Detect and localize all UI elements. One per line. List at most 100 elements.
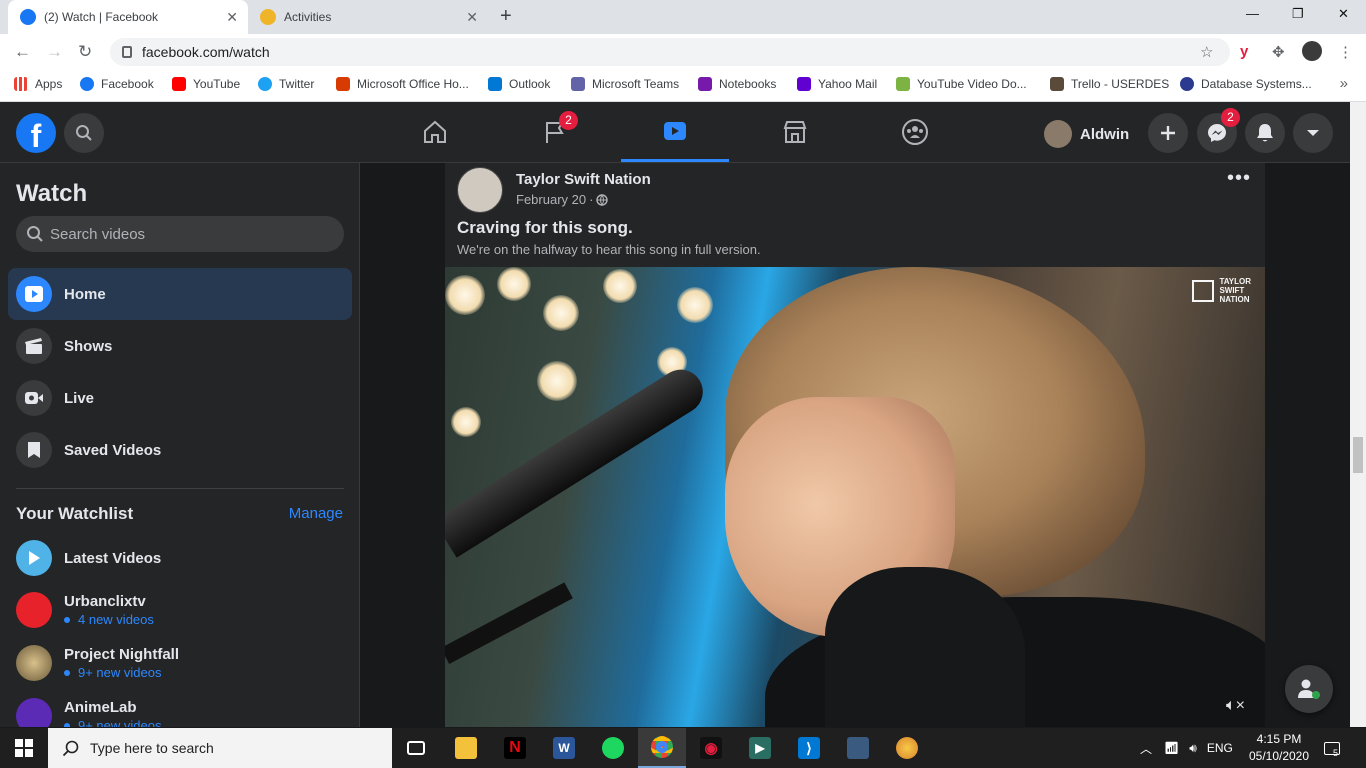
bookmark-trello[interactable]: Trello - USERDES: [1050, 77, 1169, 91]
post-title: Craving for this song.: [457, 218, 633, 237]
watchlist-item-latest-videos[interactable]: Latest Videos: [16, 540, 346, 576]
nav-tab-home[interactable]: [381, 102, 489, 162]
facebook-logo-icon[interactable]: f: [16, 113, 56, 153]
wifi-icon[interactable]: 📶︎: [1164, 741, 1179, 755]
bookmark-youtube-video-downloader[interactable]: YouTube Video Do...: [896, 77, 1027, 91]
bookmark-microsoft-office[interactable]: Microsoft Office Ho...: [336, 77, 469, 91]
bookmark-facebook[interactable]: Facebook: [80, 77, 154, 91]
twitter-icon: [258, 77, 272, 91]
netflix-button[interactable]: N: [491, 728, 539, 768]
bookmark-database-systems[interactable]: Database Systems...: [1180, 77, 1312, 91]
browser-tab-strip: (2) Watch | Facebook ✕ Activities ✕ + — …: [0, 0, 1366, 34]
bookmark-yahoo-mail[interactable]: Yahoo Mail: [797, 77, 877, 91]
browser-menu-icon[interactable]: ⋮: [1338, 43, 1353, 61]
word-button[interactable]: W: [540, 728, 588, 768]
scrollbar-thumb[interactable]: [1353, 437, 1363, 473]
watch-feed: Taylor Swift Nation February 20 · ••• Cr…: [361, 163, 1350, 727]
nav-tab-pages[interactable]: 2: [501, 102, 609, 162]
plus-icon: [1161, 126, 1175, 140]
language-indicator[interactable]: ENG: [1207, 741, 1233, 755]
spotify-button[interactable]: [589, 728, 637, 768]
close-window-button[interactable]: ✕: [1338, 6, 1349, 22]
sidebar-item-shows[interactable]: Shows: [8, 320, 352, 372]
bookmark-apps[interactable]: Apps: [14, 77, 62, 91]
mysql-workbench-button[interactable]: [834, 728, 882, 768]
post-author[interactable]: Taylor Swift Nation: [516, 171, 651, 188]
profile-shortcut[interactable]: Aldwin: [1044, 118, 1129, 150]
maximize-button[interactable]: ❐: [1292, 6, 1304, 22]
notifications-button[interactable]: [1245, 113, 1285, 153]
vscode-button[interactable]: ⟩: [785, 728, 833, 768]
show-hidden-icons-chevron-icon[interactable]: ︿: [1140, 740, 1152, 757]
close-tab-icon[interactable]: ✕: [466, 9, 478, 26]
back-arrow-icon[interactable]: ←: [14, 42, 31, 62]
manage-watchlist-link[interactable]: Manage: [289, 505, 343, 522]
url-text: facebook.com/watch: [142, 44, 270, 60]
file-explorer-button[interactable]: [442, 728, 490, 768]
tab-facebook-watch[interactable]: (2) Watch | Facebook ✕: [8, 0, 248, 34]
bookmark-notebooks[interactable]: Notebooks: [698, 77, 776, 91]
task-view-button[interactable]: [392, 728, 440, 768]
page-scrollbar[interactable]: [1350, 102, 1366, 727]
vscode-icon: ⟩: [798, 737, 820, 759]
volume-icon[interactable]: 🔊︎: [1189, 741, 1197, 756]
facebook-top-nav: f 2 Aldwin 2: [0, 102, 1366, 163]
reload-icon[interactable]: ↻: [78, 42, 92, 62]
post-options-ellipsis-icon[interactable]: •••: [1227, 167, 1251, 190]
sidebar-item-live[interactable]: Live: [8, 372, 352, 424]
create-button[interactable]: [1148, 113, 1188, 153]
page-avatar[interactable]: [457, 167, 503, 213]
sidebar-item-saved-videos[interactable]: Saved Videos: [8, 424, 352, 476]
new-tab-button[interactable]: +: [500, 5, 512, 28]
paint-button[interactable]: [883, 728, 931, 768]
bookmark-twitter[interactable]: Twitter: [258, 77, 314, 91]
apps-grid-icon: [14, 77, 28, 91]
watchlist-item-animelab[interactable]: AnimeLab 9+ new videos: [16, 698, 346, 727]
minimize-button[interactable]: —: [1246, 6, 1259, 21]
garena-button[interactable]: ◉: [687, 728, 735, 768]
search-icon: [27, 226, 43, 242]
windows-search-input[interactable]: Type here to search: [48, 728, 392, 768]
nav-tab-groups[interactable]: [861, 102, 969, 162]
action-center-button[interactable]: 5: [1324, 728, 1340, 768]
taskbar-clock[interactable]: 4:15 PM 05/10/2020: [1244, 731, 1314, 765]
groups-icon: [902, 119, 928, 145]
watchlist-name: AnimeLab: [64, 699, 137, 716]
clock-time: 4:15 PM: [1256, 732, 1302, 746]
filmora-button[interactable]: ▶: [736, 728, 784, 768]
sidebar-divider: [16, 488, 344, 489]
bookmark-youtube[interactable]: YouTube: [172, 77, 240, 91]
sidebar-item-home[interactable]: Home: [8, 268, 352, 320]
watch-video-icon: [664, 121, 686, 140]
muted-speaker-icon[interactable]: 🔈︎×: [1226, 697, 1245, 715]
yahoo-icon: [797, 77, 811, 91]
start-button[interactable]: [0, 728, 48, 768]
search-videos-input[interactable]: Search videos: [16, 216, 344, 252]
post-date[interactable]: February 20: [516, 192, 586, 207]
yandex-extension-icon[interactable]: y: [1240, 43, 1248, 60]
tab-activities[interactable]: Activities ✕: [248, 0, 488, 34]
watchlist-item-urbanclixtv[interactable]: Urbanclixtv 4 new videos: [16, 592, 346, 628]
bookmarks-bar: Apps Facebook YouTube Twitter Microsoft …: [0, 70, 1366, 102]
marketplace-store-icon: [783, 121, 807, 143]
watchlist-item-project-nightfall[interactable]: Project Nightfall 9+ new videos: [16, 645, 346, 681]
profile-avatar-icon[interactable]: [1302, 41, 1322, 61]
chrome-button[interactable]: [638, 728, 686, 768]
nav-tab-marketplace[interactable]: [741, 102, 849, 162]
nav-tab-watch[interactable]: [621, 102, 729, 162]
new-room-button[interactable]: [1285, 665, 1333, 713]
forward-arrow-icon[interactable]: →: [46, 42, 63, 62]
facebook-search-button[interactable]: [64, 113, 104, 153]
extensions-puzzle-icon[interactable]: ✥: [1272, 43, 1285, 61]
video-player[interactable]: TAYLOR SWIFT NATION 🔈︎×: [445, 267, 1265, 727]
more-bookmarks-chevron-icon[interactable]: »: [1340, 75, 1348, 92]
bookmark-outlook[interactable]: Outlook: [488, 77, 550, 91]
play-icon: [16, 540, 52, 576]
close-tab-icon[interactable]: ✕: [226, 9, 238, 26]
bookmark-star-icon[interactable]: ☆: [1200, 43, 1213, 61]
messenger-button[interactable]: 2: [1197, 108, 1240, 153]
url-input[interactable]: facebook.com/watch: [110, 38, 1230, 66]
trello-icon: [1050, 77, 1064, 91]
account-menu-button[interactable]: [1293, 113, 1333, 153]
bookmark-microsoft-teams[interactable]: Microsoft Teams: [571, 77, 679, 91]
